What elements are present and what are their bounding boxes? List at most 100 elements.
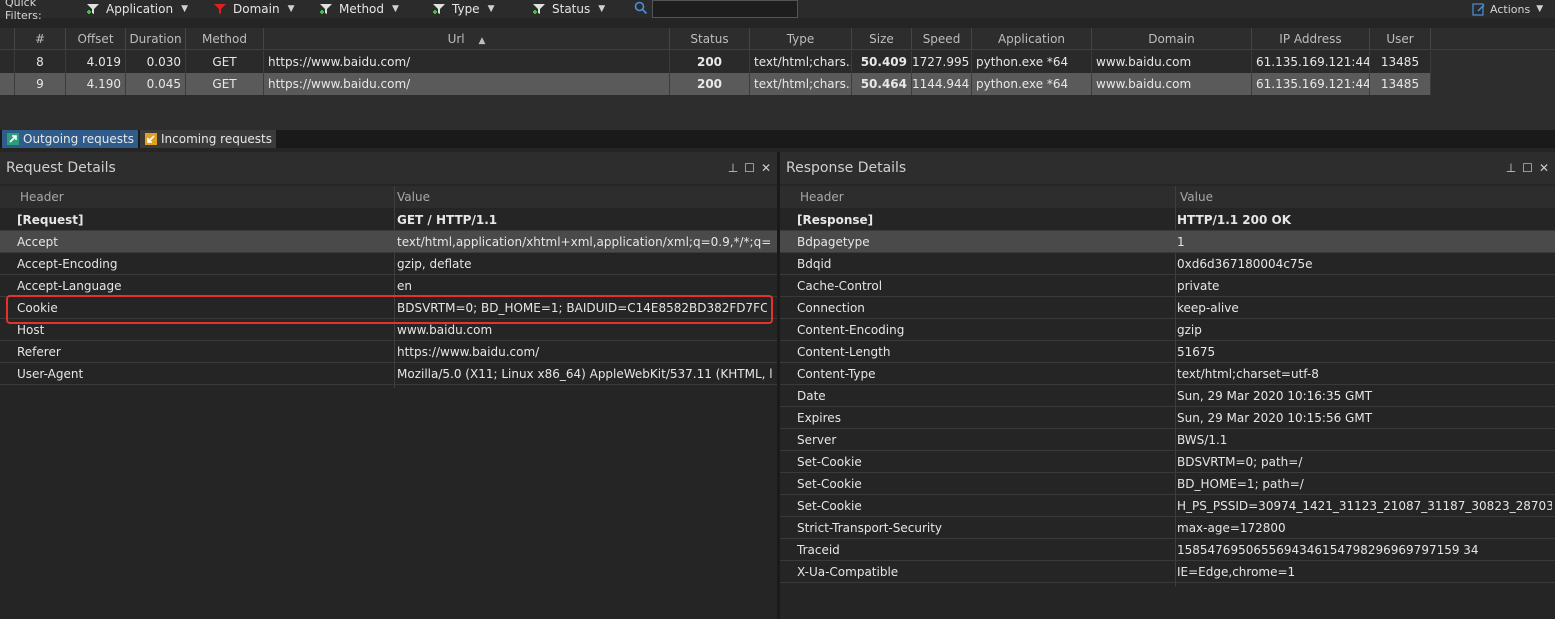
cell-duration: 0.030 <box>126 51 186 73</box>
tab-incoming-requests[interactable]: Incoming requests <box>140 130 277 148</box>
kv-row[interactable]: Content-Type text/html;charset=utf-8 <box>780 363 1555 385</box>
kv-value: Sun, 29 Mar 2020 10:15:56 GMT <box>1177 411 1373 425</box>
panel-buttons: ⊥ ☐ ✕ <box>728 152 771 184</box>
value-col[interactable]: Value <box>397 186 430 208</box>
col-num[interactable]: # <box>15 28 66 50</box>
kv-key: Expires <box>797 411 841 425</box>
kv-row[interactable]: Set-Cookie BD_HOME=1; path=/ <box>780 473 1555 495</box>
kv-row[interactable]: Bdqid 0xd6d367180004c75e <box>780 253 1555 275</box>
kv-key: X-Ua-Compatible <box>797 565 899 579</box>
cell-offset: 4.019 <box>66 51 126 73</box>
funnel-icon <box>533 4 545 14</box>
col-size[interactable]: Size <box>852 28 912 50</box>
panel-buttons: ⊥ ☐ ✕ <box>1506 152 1549 184</box>
kv-row[interactable]: Accept-Encoding gzip, deflate <box>0 253 777 275</box>
kv-key: Date <box>797 389 826 403</box>
kv-row[interactable]: Connection keep-alive <box>780 297 1555 319</box>
cell-offset: 4.190 <box>66 73 126 95</box>
col-duration[interactable]: Duration <box>126 28 186 50</box>
funnel-icon <box>320 4 332 14</box>
cell-type: text/html;chars... <box>750 73 852 95</box>
search-input[interactable] <box>652 0 798 18</box>
kv-row[interactable]: Accept-Language en <box>0 275 777 297</box>
kv-value: 51675 <box>1177 345 1216 359</box>
tab-outgoing-label: Outgoing requests <box>23 132 134 146</box>
kv-value: GET / HTTP/1.1 <box>397 213 498 227</box>
col-speed[interactable]: Speed <box>912 28 972 50</box>
cell-ip: 61.135.169.121:443 <box>1252 51 1370 73</box>
kv-key: Content-Length <box>797 345 891 359</box>
kv-row[interactable]: X-Ua-Compatible IE=Edge,chrome=1 <box>780 561 1555 583</box>
filter-type[interactable]: Type ▼ <box>432 0 494 18</box>
filter-domain[interactable]: Domain ▼ <box>213 0 295 18</box>
cell-url: https://www.baidu.com/ <box>264 51 670 73</box>
kv-row[interactable]: Set-Cookie H_PS_PSSID=30974_1421_31123_21… <box>780 495 1555 517</box>
table-row[interactable]: 9 4.190 0.045 GET https://www.baidu.com/… <box>0 73 1431 95</box>
response-details-title: Response Details <box>786 160 907 176</box>
kv-row[interactable]: Cache-Control private <box>780 275 1555 297</box>
col-application[interactable]: Application <box>972 28 1092 50</box>
kv-value: BDSVRTM=0; path=/ <box>1177 455 1303 469</box>
funnel-icon <box>214 4 226 14</box>
cell-speed: 1727.995 <box>912 51 972 73</box>
filter-type-label: Type <box>452 2 480 16</box>
filter-method[interactable]: Method ▼ <box>319 0 399 18</box>
col-ip-address[interactable]: IP Address <box>1252 28 1370 50</box>
arrow-down-left-icon <box>145 133 157 145</box>
cell-num: 9 <box>15 73 66 95</box>
value-col[interactable]: Value <box>1180 186 1213 208</box>
kv-row[interactable]: Strict-Transport-Security max-age=172800 <box>780 517 1555 539</box>
close-icon[interactable]: ✕ <box>761 152 771 184</box>
col-method[interactable]: Method <box>186 28 264 50</box>
grid-empty-area <box>0 95 1555 130</box>
search-icon[interactable] <box>634 1 648 15</box>
kv-row[interactable]: Traceid 158547695065569434615479829696979… <box>780 539 1555 561</box>
kv-key: [Response] <box>797 213 874 227</box>
kv-key: Set-Cookie <box>797 455 862 469</box>
filter-method-label: Method <box>339 2 385 16</box>
pin-icon[interactable]: ⊥ <box>728 152 738 184</box>
tab-outgoing-requests[interactable]: Outgoing requests <box>2 130 138 148</box>
filter-status[interactable]: Status ▼ <box>532 0 605 18</box>
close-icon[interactable]: ✕ <box>1539 152 1549 184</box>
kv-key: Server <box>797 433 837 447</box>
header-col[interactable]: Header <box>20 186 64 208</box>
kv-value: keep-alive <box>1177 301 1239 315</box>
col-user[interactable]: User <box>1370 28 1431 50</box>
row-gutter <box>0 73 15 95</box>
col-status[interactable]: Status <box>670 28 750 50</box>
col-domain[interactable]: Domain <box>1092 28 1252 50</box>
kv-row[interactable]: Bdpagetype 1 <box>780 231 1555 253</box>
kv-row[interactable]: Accept text/html,application/xhtml+xml,ap… <box>0 231 777 253</box>
col-url[interactable]: Url ▲ <box>264 28 670 50</box>
table-row[interactable]: 8 4.019 0.030 GET https://www.baidu.com/… <box>0 51 1431 73</box>
kv-row[interactable]: User-Agent Mozilla/5.0 (X11; Linux x86_64… <box>0 363 777 385</box>
kv-row[interactable]: Date Sun, 29 Mar 2020 10:16:35 GMT <box>780 385 1555 407</box>
funnel-icon <box>433 4 445 14</box>
col-type[interactable]: Type <box>750 28 852 50</box>
cookie-highlight-box <box>6 295 773 324</box>
cell-speed: 1144.944 <box>912 73 972 95</box>
kv-row[interactable]: [Request] GET / HTTP/1.1 <box>0 209 777 231</box>
kv-row[interactable]: Content-Length 51675 <box>780 341 1555 363</box>
maximize-icon[interactable]: ☐ <box>1522 152 1533 184</box>
kv-row[interactable]: Set-Cookie BDSVRTM=0; path=/ <box>780 451 1555 473</box>
filter-application[interactable]: Application ▼ <box>86 0 188 18</box>
kv-value: 0xd6d367180004c75e <box>1177 257 1313 271</box>
kv-key: [Request] <box>17 213 84 227</box>
cell-num: 8 <box>15 51 66 73</box>
filter-domain-label: Domain <box>233 2 280 16</box>
kv-row[interactable]: Referer https://www.baidu.com/ <box>0 341 777 363</box>
sort-up-icon: ▲ <box>478 36 486 46</box>
pin-icon[interactable]: ⊥ <box>1506 152 1516 184</box>
col-offset[interactable]: Offset <box>66 28 126 50</box>
kv-row[interactable]: Expires Sun, 29 Mar 2020 10:15:56 GMT <box>780 407 1555 429</box>
kv-row[interactable]: [Response] HTTP/1.1 200 OK <box>780 209 1555 231</box>
kv-row[interactable]: Server BWS/1.1 <box>780 429 1555 451</box>
maximize-icon[interactable]: ☐ <box>744 152 755 184</box>
quick-filters-label: Quick Filters: <box>5 0 42 22</box>
header-col[interactable]: Header <box>800 186 844 208</box>
kv-value: text/html,application/xhtml+xml,applicat… <box>397 235 772 249</box>
actions-button[interactable]: Actions ▼ <box>1472 0 1543 18</box>
kv-row[interactable]: Content-Encoding gzip <box>780 319 1555 341</box>
